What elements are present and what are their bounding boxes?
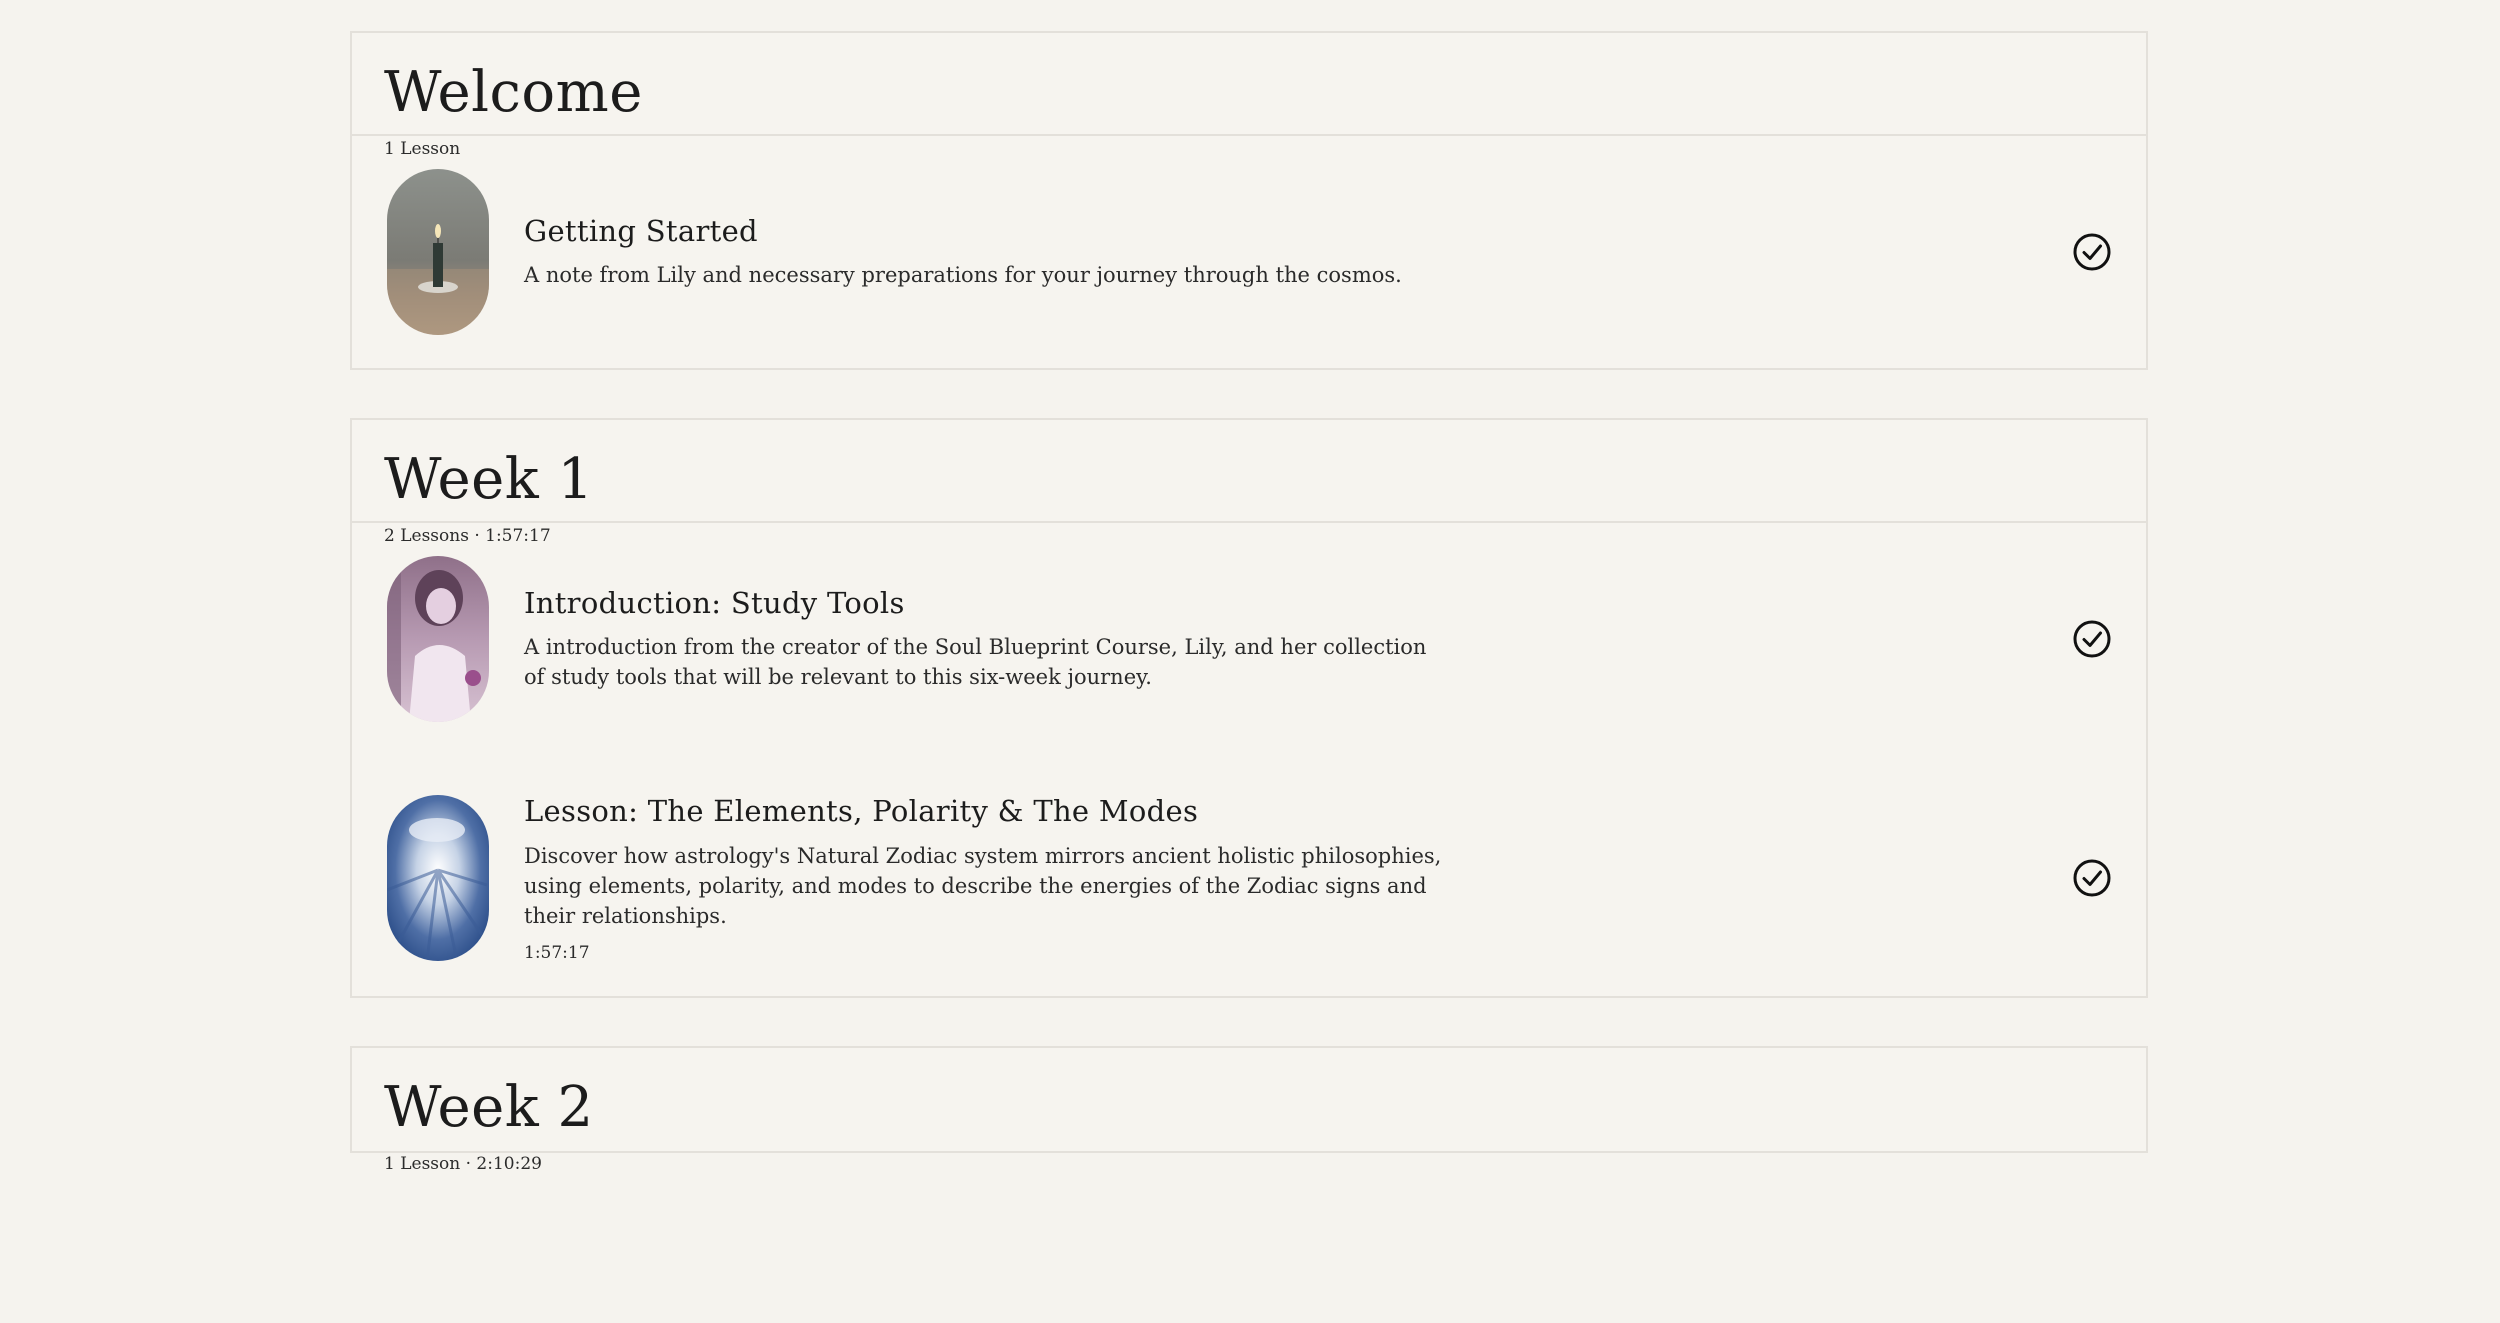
lesson-thumbnail-candle [387, 169, 489, 335]
check-circle-icon[interactable] [2072, 619, 2112, 659]
lesson-thumbnail-tie-dye [387, 795, 489, 962]
check-circle-icon[interactable] [2072, 858, 2112, 898]
section-welcome: Welcome 1 Lesson Getting Started A note … [350, 31, 2148, 370]
lesson-thumbnail-portrait [387, 556, 489, 722]
lesson-body: Lesson: The Elements, Polarity & The Mod… [524, 794, 1444, 963]
lesson-body: Introduction: Study Tools A introduction… [524, 586, 1444, 693]
section-title: Week 2 [384, 1074, 594, 1140]
lesson-duration: 1:57:17 [524, 942, 590, 963]
section-title: Welcome [384, 60, 643, 125]
lesson-title[interactable]: Lesson: The Elements, Polarity & The Mod… [524, 794, 1444, 829]
lesson-list: Getting Started A note from Lily and nec… [352, 136, 2146, 368]
lesson-description: Discover how astrology's Natural Zodiac … [524, 843, 1442, 928]
section-header[interactable]: Week 2 1 Lesson · 2:10:29 [352, 1048, 2146, 1174]
check-circle-icon[interactable] [2072, 232, 2112, 272]
section-week-1: Week 1 2 Lessons · 1:57:17 Introduction:… [350, 418, 2148, 998]
lesson-body: Getting Started A note from Lily and nec… [524, 214, 1444, 291]
section-meta: 1 Lesson · 2:10:29 [384, 1153, 542, 1174]
lesson-title[interactable]: Getting Started [524, 214, 1444, 249]
lesson-description: A note from Lily and necessary preparati… [524, 263, 1402, 288]
lesson-item[interactable]: Getting Started A note from Lily and nec… [384, 169, 2114, 335]
lesson-title[interactable]: Introduction: Study Tools [524, 586, 1444, 621]
section-week-2: Week 2 1 Lesson · 2:10:29 [350, 1045, 2148, 1174]
section-header[interactable]: Week 1 2 Lessons · 1:57:17 [352, 420, 2146, 546]
section-header[interactable]: Welcome 1 Lesson [352, 33, 2146, 159]
lesson-item[interactable]: Lesson: The Elements, Polarity & The Mod… [384, 794, 2114, 963]
lesson-list: Introduction: Study Tools A introduction… [352, 523, 2146, 996]
course-outline: Welcome 1 Lesson Getting Started A note … [350, 31, 2148, 1201]
section-title: Week 1 [384, 447, 594, 512]
lesson-item[interactable]: Introduction: Study Tools A introduction… [384, 556, 2114, 722]
lesson-description: A introduction from the creator of the S… [524, 635, 1427, 690]
